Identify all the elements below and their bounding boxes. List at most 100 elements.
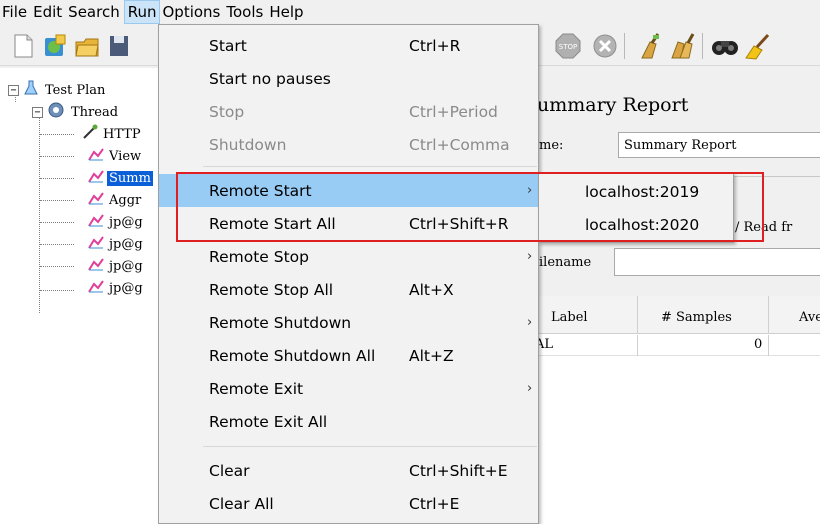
menu-item-shortcut: Ctrl+R bbox=[409, 36, 461, 55]
tree-item-listener[interactable]: jp@g bbox=[88, 278, 145, 298]
menu-item-remote-shutdown[interactable]: Remote Shutdown › bbox=[159, 306, 538, 339]
search-icon[interactable] bbox=[710, 31, 740, 61]
tree-connector bbox=[40, 178, 74, 179]
menu-item-clear[interactable]: Clear Ctrl+Shift+E bbox=[159, 454, 538, 487]
menu-separator bbox=[203, 166, 537, 167]
tree-connector bbox=[40, 244, 74, 245]
filename-input[interactable] bbox=[614, 248, 820, 276]
menu-item-label: Clear bbox=[209, 461, 250, 480]
toolbar-separator bbox=[624, 33, 625, 59]
new-icon[interactable] bbox=[8, 31, 38, 61]
filename-label: ilename bbox=[539, 255, 592, 270]
menu-item-stop[interactable]: Stop Ctrl+Period bbox=[159, 95, 538, 128]
summary-report-panel: ummary Report me: Summary Report / Read … bbox=[535, 68, 820, 524]
tree-item-label: jp@g bbox=[109, 236, 143, 252]
menu-item-label: Remote Exit All bbox=[209, 412, 328, 431]
menu-item-clear-all[interactable]: Clear All Ctrl+E bbox=[159, 487, 538, 520]
chart-icon bbox=[88, 169, 104, 187]
menu-item-remote-stop-all[interactable]: Remote Stop All Alt+X bbox=[159, 273, 538, 306]
menu-bar: File Edit Search Run Options Tools Help bbox=[0, 0, 820, 24]
chart-icon bbox=[88, 279, 104, 297]
pipette-icon bbox=[82, 124, 98, 144]
reset-search-icon[interactable] bbox=[742, 31, 772, 61]
menu-item-shortcut: Ctrl+Period bbox=[409, 102, 498, 121]
collapse-icon[interactable]: − bbox=[32, 106, 43, 118]
menu-item-label: Remote Stop All bbox=[209, 280, 334, 299]
menu-help[interactable]: Help bbox=[267, 0, 307, 24]
tree-item-test-plan[interactable]: − Test Plan bbox=[8, 80, 107, 100]
tree-item-thread-group[interactable]: − Thread bbox=[32, 102, 120, 122]
menu-item-start[interactable]: Start Ctrl+R bbox=[159, 29, 538, 62]
tree-item-label: HTTP bbox=[103, 126, 141, 142]
tree-connector bbox=[40, 222, 74, 223]
tree-connector bbox=[40, 266, 74, 267]
name-field[interactable]: Summary Report bbox=[618, 132, 820, 158]
menu-item-label: Remote Shutdown All bbox=[209, 346, 376, 365]
tree-connector bbox=[40, 156, 74, 157]
submenu-arrow-icon: › bbox=[527, 315, 533, 330]
menu-edit[interactable]: Edit bbox=[31, 0, 66, 24]
results-table: Label # Samples Ave AL 0 bbox=[535, 296, 820, 524]
tree-item-summary-report[interactable]: Summ bbox=[88, 168, 153, 188]
gear-icon bbox=[47, 101, 65, 123]
menu-search[interactable]: Search bbox=[66, 0, 124, 24]
panel-title: ummary Report bbox=[537, 94, 689, 116]
menu-item-remote-shutdown-all[interactable]: Remote Shutdown All Alt+Z bbox=[159, 339, 538, 372]
chart-icon bbox=[88, 147, 104, 165]
clear-all-icon[interactable] bbox=[667, 31, 697, 61]
menu-file[interactable]: File bbox=[0, 0, 31, 24]
menu-item-shortcut: Alt+X bbox=[409, 280, 454, 299]
menu-item-shutdown[interactable]: Shutdown Ctrl+Comma bbox=[159, 128, 538, 161]
shutdown-icon[interactable] bbox=[590, 31, 620, 61]
tree-item-http-request[interactable]: HTTP bbox=[82, 124, 143, 144]
toolbar-separator bbox=[702, 33, 703, 59]
tree-item-listener[interactable]: jp@g bbox=[88, 212, 145, 232]
tree-item-label: Test Plan bbox=[45, 82, 106, 98]
menu-item-remote-exit[interactable]: Remote Exit › bbox=[159, 372, 538, 405]
menu-item-shortcut: Ctrl+E bbox=[409, 494, 460, 513]
tree-connector bbox=[39, 108, 40, 313]
tree-item-label: Aggr bbox=[109, 192, 142, 208]
menu-item-label: Clear All bbox=[209, 494, 274, 513]
menu-item-label: Remote Shutdown bbox=[209, 313, 352, 332]
tree-connector bbox=[40, 134, 74, 135]
chart-icon bbox=[88, 191, 104, 209]
submenu-arrow-icon: › bbox=[527, 381, 533, 396]
table-row[interactable]: AL 0 bbox=[535, 335, 820, 356]
tree-item-view-results[interactable]: View bbox=[88, 146, 143, 166]
clear-icon[interactable] bbox=[635, 31, 665, 61]
tree-item-label: jp@g bbox=[109, 214, 143, 230]
menu-item-start-no-pauses[interactable]: Start no pauses bbox=[159, 62, 538, 95]
menu-item-remote-stop[interactable]: Remote Stop › bbox=[159, 240, 538, 273]
menu-item-label: Start no pauses bbox=[209, 69, 331, 88]
open-icon[interactable] bbox=[72, 31, 102, 61]
column-divider bbox=[768, 296, 769, 334]
save-icon[interactable] bbox=[104, 31, 134, 61]
column-divider bbox=[768, 335, 769, 356]
tree-item-label: Summ bbox=[107, 170, 153, 186]
annotation-highlight-box bbox=[176, 172, 764, 242]
menu-item-label: Stop bbox=[209, 102, 245, 121]
column-header-average[interactable]: Ave bbox=[799, 310, 820, 325]
tree-item-listener[interactable]: jp@g bbox=[88, 234, 145, 254]
collapse-icon[interactable]: − bbox=[8, 84, 19, 96]
menu-run[interactable]: Run bbox=[123, 0, 161, 24]
menu-tools[interactable]: Tools bbox=[224, 0, 267, 24]
chart-icon bbox=[88, 235, 104, 253]
tree-item-aggregate-report[interactable]: Aggr bbox=[88, 190, 143, 210]
column-divider bbox=[637, 296, 638, 334]
column-header-samples[interactable]: # Samples bbox=[661, 310, 732, 325]
chart-icon bbox=[88, 213, 104, 231]
table-header: Label # Samples Ave bbox=[535, 296, 820, 334]
tree-item-listener[interactable]: jp@g bbox=[88, 256, 145, 276]
menu-item-label: Remote Stop bbox=[209, 247, 309, 266]
stop-icon[interactable]: STOP bbox=[553, 31, 583, 61]
tree-item-label: View bbox=[109, 148, 142, 164]
templates-icon[interactable] bbox=[40, 31, 70, 61]
menu-item-shortcut: Ctrl+Shift+E bbox=[409, 461, 508, 480]
menu-item-remote-exit-all[interactable]: Remote Exit All bbox=[159, 405, 538, 438]
name-label: me: bbox=[539, 138, 564, 153]
menu-options[interactable]: Options bbox=[160, 0, 224, 24]
column-header-label[interactable]: Label bbox=[551, 310, 588, 325]
menu-item-label: Start bbox=[209, 36, 247, 55]
